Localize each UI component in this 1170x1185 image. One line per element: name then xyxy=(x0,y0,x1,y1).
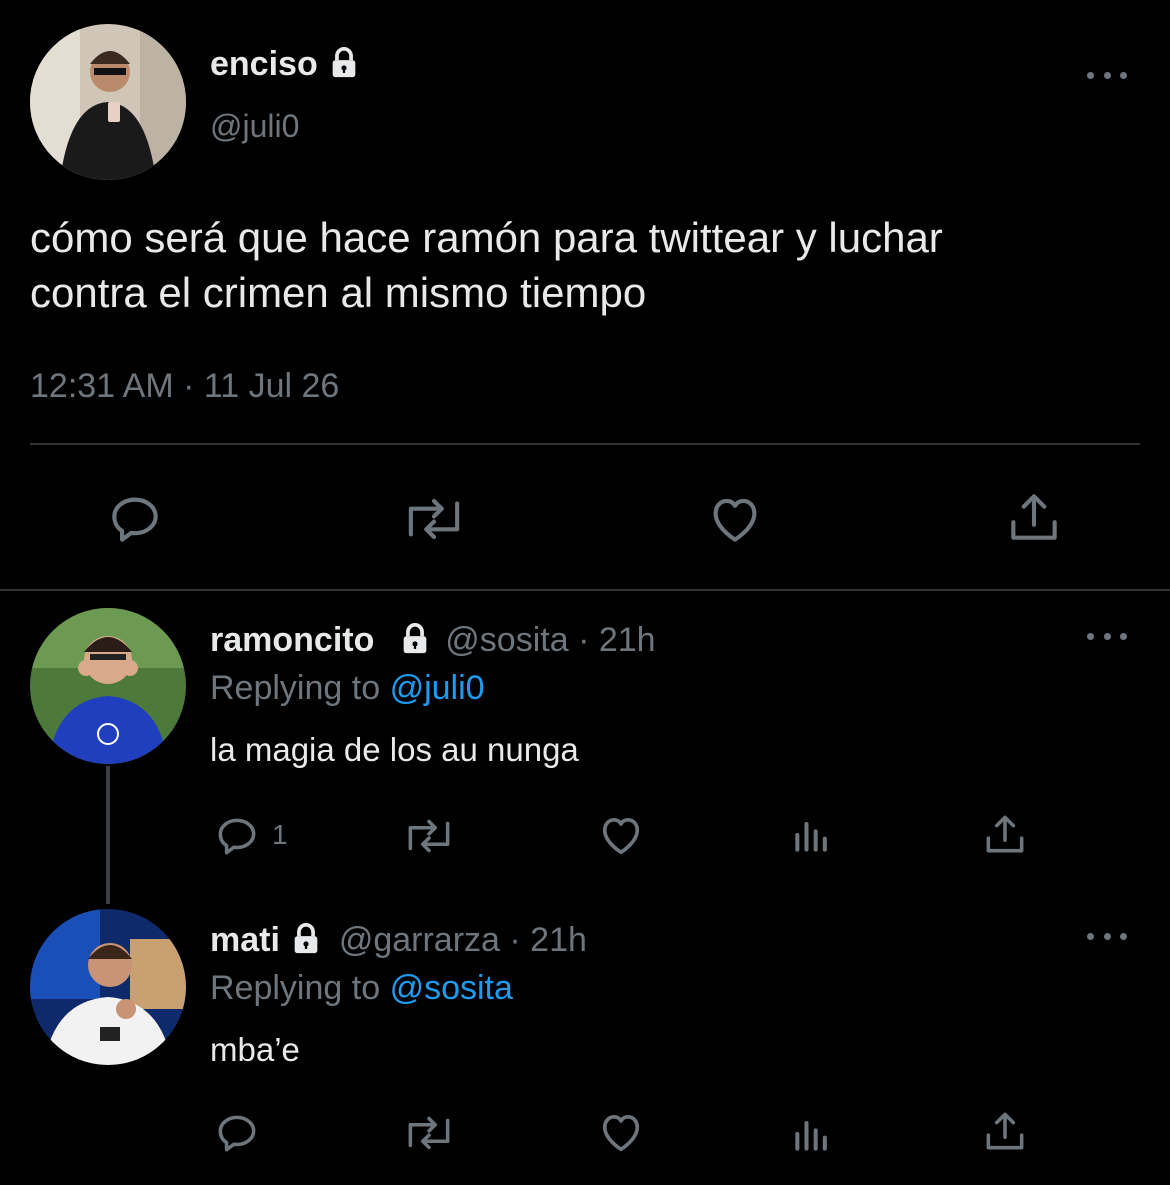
retweet-icon[interactable] xyxy=(398,488,470,550)
retweet-icon[interactable] xyxy=(400,1108,458,1158)
tweet-timestamp[interactable]: 12:31 AM · 11 Jul 26 xyxy=(30,366,339,406)
reply-2-header: mati @garrarza · 21h xyxy=(210,920,587,960)
divider xyxy=(30,443,1140,445)
main-more-icon[interactable] xyxy=(1087,65,1127,85)
reply-icon[interactable] xyxy=(212,1108,262,1158)
reply-2-more-icon[interactable] xyxy=(1087,926,1127,946)
reply-1-header: ramoncito @sosita · 21h xyxy=(210,620,656,660)
reply-1-time[interactable]: · 21h xyxy=(578,621,656,659)
reply-2-handle[interactable]: @garrarza xyxy=(339,921,500,959)
analytics-icon[interactable] xyxy=(790,1112,834,1156)
analytics-icon[interactable] xyxy=(790,813,834,857)
main-display-name[interactable]: enciso xyxy=(210,44,361,84)
like-icon[interactable] xyxy=(704,488,766,550)
reply-1-avatar[interactable] xyxy=(30,608,186,764)
thread-line xyxy=(106,766,110,904)
lock-icon xyxy=(295,923,318,954)
main-handle[interactable]: @juli0 xyxy=(210,106,299,146)
like-icon[interactable] xyxy=(595,1106,647,1158)
reply-1-handle[interactable]: @sosita xyxy=(445,621,568,659)
main-avatar[interactable] xyxy=(30,24,186,180)
reply-1-mention-link[interactable]: @juli0 xyxy=(390,669,485,707)
share-icon[interactable] xyxy=(980,809,1030,859)
retweet-icon[interactable] xyxy=(400,811,458,861)
reply-icon[interactable] xyxy=(104,488,166,550)
section-divider xyxy=(0,589,1170,591)
share-icon[interactable] xyxy=(980,1106,1030,1156)
reply-1-text: la magia de los au nunga xyxy=(210,731,579,768)
reply-2-text: mba’e xyxy=(210,1031,300,1068)
tweet-text-line-1: cómo será que hace ramón para twittear y… xyxy=(30,214,943,261)
like-icon[interactable] xyxy=(595,809,647,861)
reply-1-replying-to: Replying to @juli0 xyxy=(210,669,485,707)
tweet-text: cómo será que hace ramón para twittear y… xyxy=(30,210,943,320)
reply-icon[interactable] xyxy=(212,811,262,861)
reply-2-time[interactable]: · 21h xyxy=(509,921,587,959)
reply-2-replying-to: Replying to @sosita xyxy=(210,969,513,1007)
reply-1-more-icon[interactable] xyxy=(1087,626,1127,646)
reply-2-display-name[interactable]: mati xyxy=(210,921,280,959)
tweet-text-line-2: contra el crimen al mismo tiempo xyxy=(30,269,647,316)
lock-icon xyxy=(403,623,427,654)
share-icon[interactable] xyxy=(1003,486,1065,548)
reply-2-avatar[interactable] xyxy=(30,909,186,1065)
reply-1-display-name[interactable]: ramoncito xyxy=(210,621,374,659)
reply-1-reply-count: 1 xyxy=(272,819,288,850)
lock-icon xyxy=(332,47,356,78)
reply-2-mention-link[interactable]: @sosita xyxy=(390,969,513,1007)
